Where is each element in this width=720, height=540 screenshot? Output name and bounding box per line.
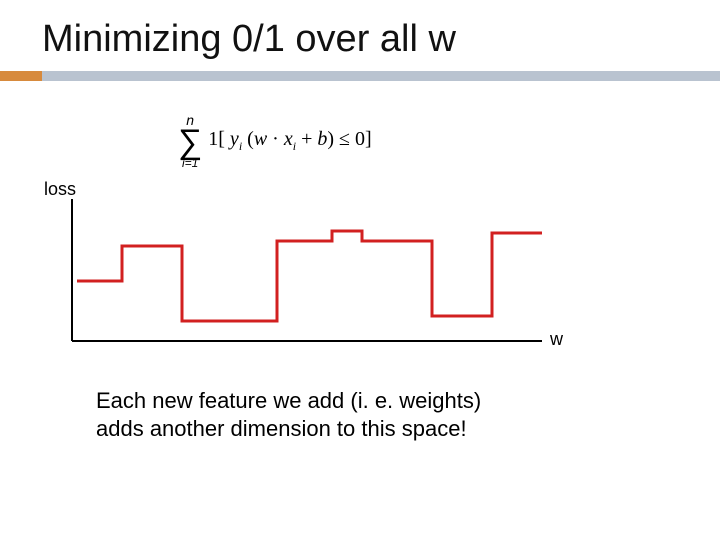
chart-svg xyxy=(62,191,562,351)
rule-gray xyxy=(0,71,720,81)
x-axis-label: w xyxy=(550,329,563,350)
f-w: w xyxy=(254,128,267,150)
f-plus: + xyxy=(301,128,312,150)
y-axis-label: loss xyxy=(44,179,76,200)
indicator-expression: 1[ yi (w · xi + b) ≤ 0] xyxy=(208,128,371,154)
loss-formula: n ∑ i=1 1[ yi (w · xi + b) ≤ 0] xyxy=(178,113,720,169)
f-rp: ) xyxy=(327,128,334,150)
f-dot: · xyxy=(272,128,279,150)
f-le: ≤ xyxy=(339,128,350,150)
f-lbrack: [ xyxy=(218,128,225,150)
sigma-icon: ∑ xyxy=(178,125,202,159)
f-xi: i xyxy=(293,139,296,153)
loss-chart: loss w xyxy=(62,191,720,351)
sum-symbol: n ∑ i=1 xyxy=(178,113,202,169)
slide-title: Minimizing 0/1 over all w xyxy=(42,18,720,61)
f-rbrack: ] xyxy=(365,128,372,150)
f-b: b xyxy=(317,128,327,150)
sum-lower: i=1 xyxy=(182,157,198,169)
loss-curve xyxy=(77,231,542,321)
f-zero: 0 xyxy=(355,128,365,150)
slide-caption: Each new feature we add (i. e. weights) … xyxy=(96,387,566,442)
caption-line-1: Each new feature we add (i. e. weights) xyxy=(96,388,481,413)
title-rule xyxy=(0,71,720,81)
caption-line-2: adds another dimension to this space! xyxy=(96,416,467,441)
f-y: y xyxy=(230,128,239,150)
f-one: 1 xyxy=(208,128,218,150)
f-lp: ( xyxy=(247,128,254,150)
f-yi: i xyxy=(239,139,242,153)
f-x: x xyxy=(284,128,293,150)
rule-orange xyxy=(0,71,42,81)
